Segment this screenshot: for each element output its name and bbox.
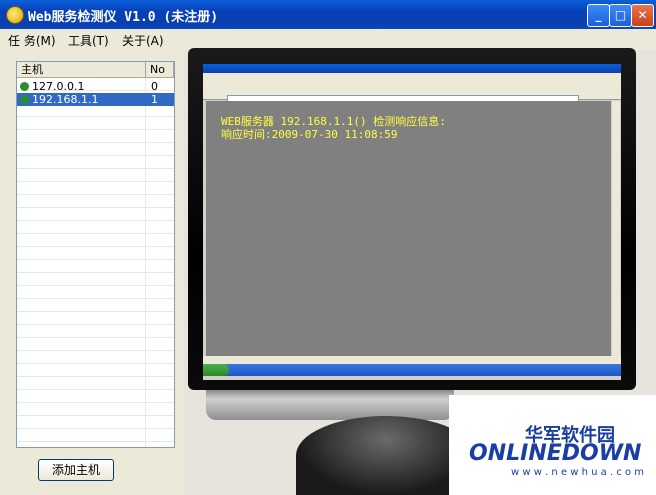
table-row[interactable]: 127.0.0.1 0 (17, 80, 174, 93)
watermark-en: ONLINEDOWN (469, 441, 642, 466)
column-header-host[interactable]: 主机 (17, 62, 146, 78)
host-no: 0 (151, 80, 158, 93)
menu-task[interactable]: 任 务(M) (8, 32, 56, 49)
taskbar (203, 364, 621, 376)
host-address: 192.168.1.1 (32, 93, 99, 106)
monitor-screen: WEB服务器 192.168.1.1() 检测响应信息: 响应时间:2009-0… (203, 64, 621, 380)
menu-about[interactable]: 关于(A) (122, 32, 164, 49)
host-list[interactable]: 主机 No 127.0.0.1 0 192.168.1.1 1 (16, 61, 175, 448)
menu-bar: 任 务(M) 工具(T) 关于(A) (0, 29, 656, 49)
window-title: Web服务检测仪 V1.0 (未注册) (28, 10, 219, 25)
table-row[interactable]: 192.168.1.1 1 (17, 93, 174, 106)
host-no: 1 (151, 93, 158, 106)
status-online-icon (20, 95, 29, 104)
minimize-button[interactable]: _ (587, 4, 610, 27)
app-icon (6, 6, 24, 24)
watermark-url: w w w . n e w h u a . c o m (511, 467, 645, 478)
browser-scrollbar (612, 101, 620, 356)
close-button[interactable]: ✕ (631, 4, 654, 27)
browser-toolbar (203, 73, 621, 104)
monitor-base (206, 390, 454, 420)
status-online-icon (20, 82, 29, 91)
column-header-no[interactable]: No (146, 62, 174, 78)
title-bar: Web服务检测仪 V1.0 (未注册) _ □ ✕ (0, 0, 656, 29)
add-host-button[interactable]: 添加主机 (38, 459, 114, 481)
list-grid-divider (145, 78, 146, 447)
browser-title-bar (203, 64, 621, 73)
list-grid (17, 78, 174, 447)
start-button (203, 364, 229, 376)
menu-tools[interactable]: 工具(T) (68, 32, 109, 49)
browser-status-bar (203, 356, 621, 364)
response-info-panel: WEB服务器 192.168.1.1() 检测响应信息: 响应时间:2009-0… (206, 101, 611, 356)
response-time-text: 响应时间:2009-07-30 11:08:59 (221, 128, 398, 141)
maximize-button[interactable]: □ (609, 4, 632, 27)
watermark-logo: 华军软件园 ONLINEDOWN w w w . n e w h u a . c… (449, 395, 656, 495)
host-address: 127.0.0.1 (32, 80, 85, 93)
